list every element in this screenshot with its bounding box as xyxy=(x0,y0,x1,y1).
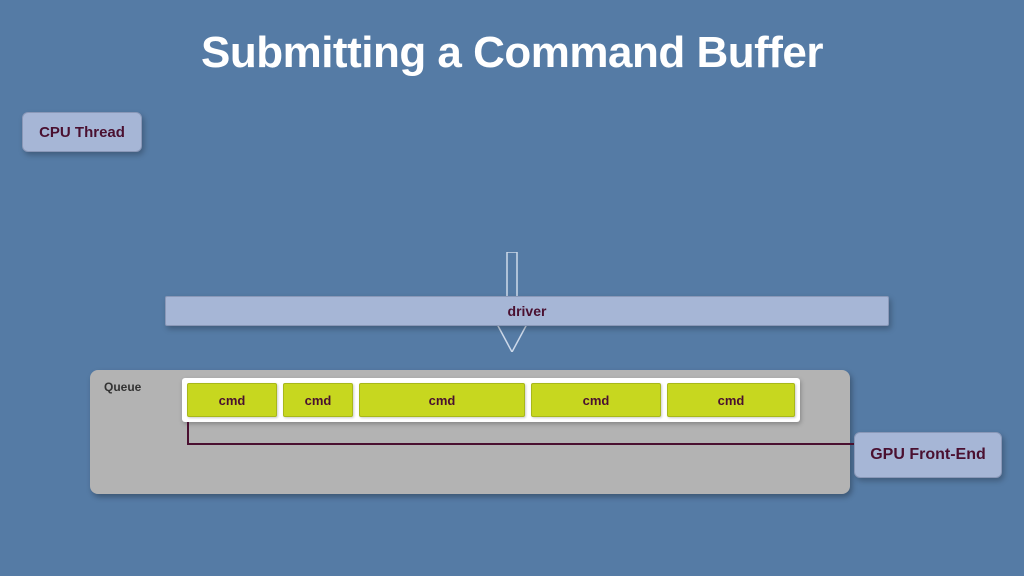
gpu-label: GPU Front-End xyxy=(870,446,986,464)
cpu-thread-label: CPU Thread xyxy=(39,124,125,141)
command-buffer-strip: cmd cmd cmd cmd cmd xyxy=(182,378,800,422)
driver-label: driver xyxy=(508,303,547,319)
cmd-block: cmd xyxy=(359,383,525,417)
driver-bar: driver xyxy=(165,296,889,326)
gpu-front-end-box: GPU Front-End xyxy=(854,432,1002,478)
cpu-thread-box: CPU Thread xyxy=(22,112,142,152)
queue-panel: Queue cmd cmd cmd cmd cmd xyxy=(90,370,850,494)
cmd-block: cmd xyxy=(531,383,661,417)
queue-to-gpu-arrow-icon xyxy=(186,420,936,450)
queue-label: Queue xyxy=(104,380,141,394)
cmd-block: cmd xyxy=(667,383,795,417)
cmd-block: cmd xyxy=(283,383,353,417)
slide-title: Submitting a Command Buffer xyxy=(0,0,1024,78)
cmd-block: cmd xyxy=(187,383,277,417)
